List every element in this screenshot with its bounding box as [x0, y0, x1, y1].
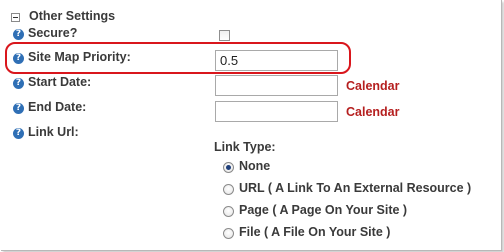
- help-icon[interactable]: ?: [13, 128, 24, 139]
- start-date-label: Start Date:: [28, 75, 92, 89]
- site-map-priority-input[interactable]: [215, 50, 338, 71]
- start-date-input[interactable]: [215, 75, 338, 96]
- link-url-label: Link Url:: [28, 125, 79, 139]
- secure-checkbox[interactable]: [219, 30, 230, 41]
- secure-label: Secure?: [28, 26, 78, 40]
- end-date-input[interactable]: [215, 101, 338, 122]
- radio-label-file: File ( A File On Your Site ): [239, 225, 391, 239]
- end-date-calendar-link[interactable]: Calendar: [346, 105, 400, 119]
- site-map-priority-label: Site Map Priority:: [28, 50, 131, 64]
- section-title: Other Settings: [29, 9, 116, 23]
- radio-page[interactable]: [223, 206, 234, 217]
- link-type-title: Link Type:: [214, 140, 276, 154]
- help-icon[interactable]: ?: [13, 53, 24, 64]
- radio-none[interactable]: [223, 162, 234, 173]
- help-icon[interactable]: ?: [13, 29, 24, 40]
- radio-file[interactable]: [223, 228, 234, 239]
- radio-url[interactable]: [223, 184, 234, 195]
- collapse-toggle-icon[interactable]: [11, 13, 20, 22]
- help-icon[interactable]: ?: [13, 103, 24, 114]
- radio-label-page: Page ( A Page On Your Site ): [239, 203, 408, 217]
- start-date-calendar-link[interactable]: Calendar: [346, 79, 400, 93]
- end-date-label: End Date:: [28, 100, 87, 114]
- help-icon[interactable]: ?: [13, 78, 24, 89]
- radio-label-none: None: [239, 159, 271, 173]
- radio-label-url: URL ( A Link To An External Resource ): [239, 181, 472, 195]
- settings-panel: Other Settings ? Secure? ? Site Map Prio…: [1, 0, 502, 251]
